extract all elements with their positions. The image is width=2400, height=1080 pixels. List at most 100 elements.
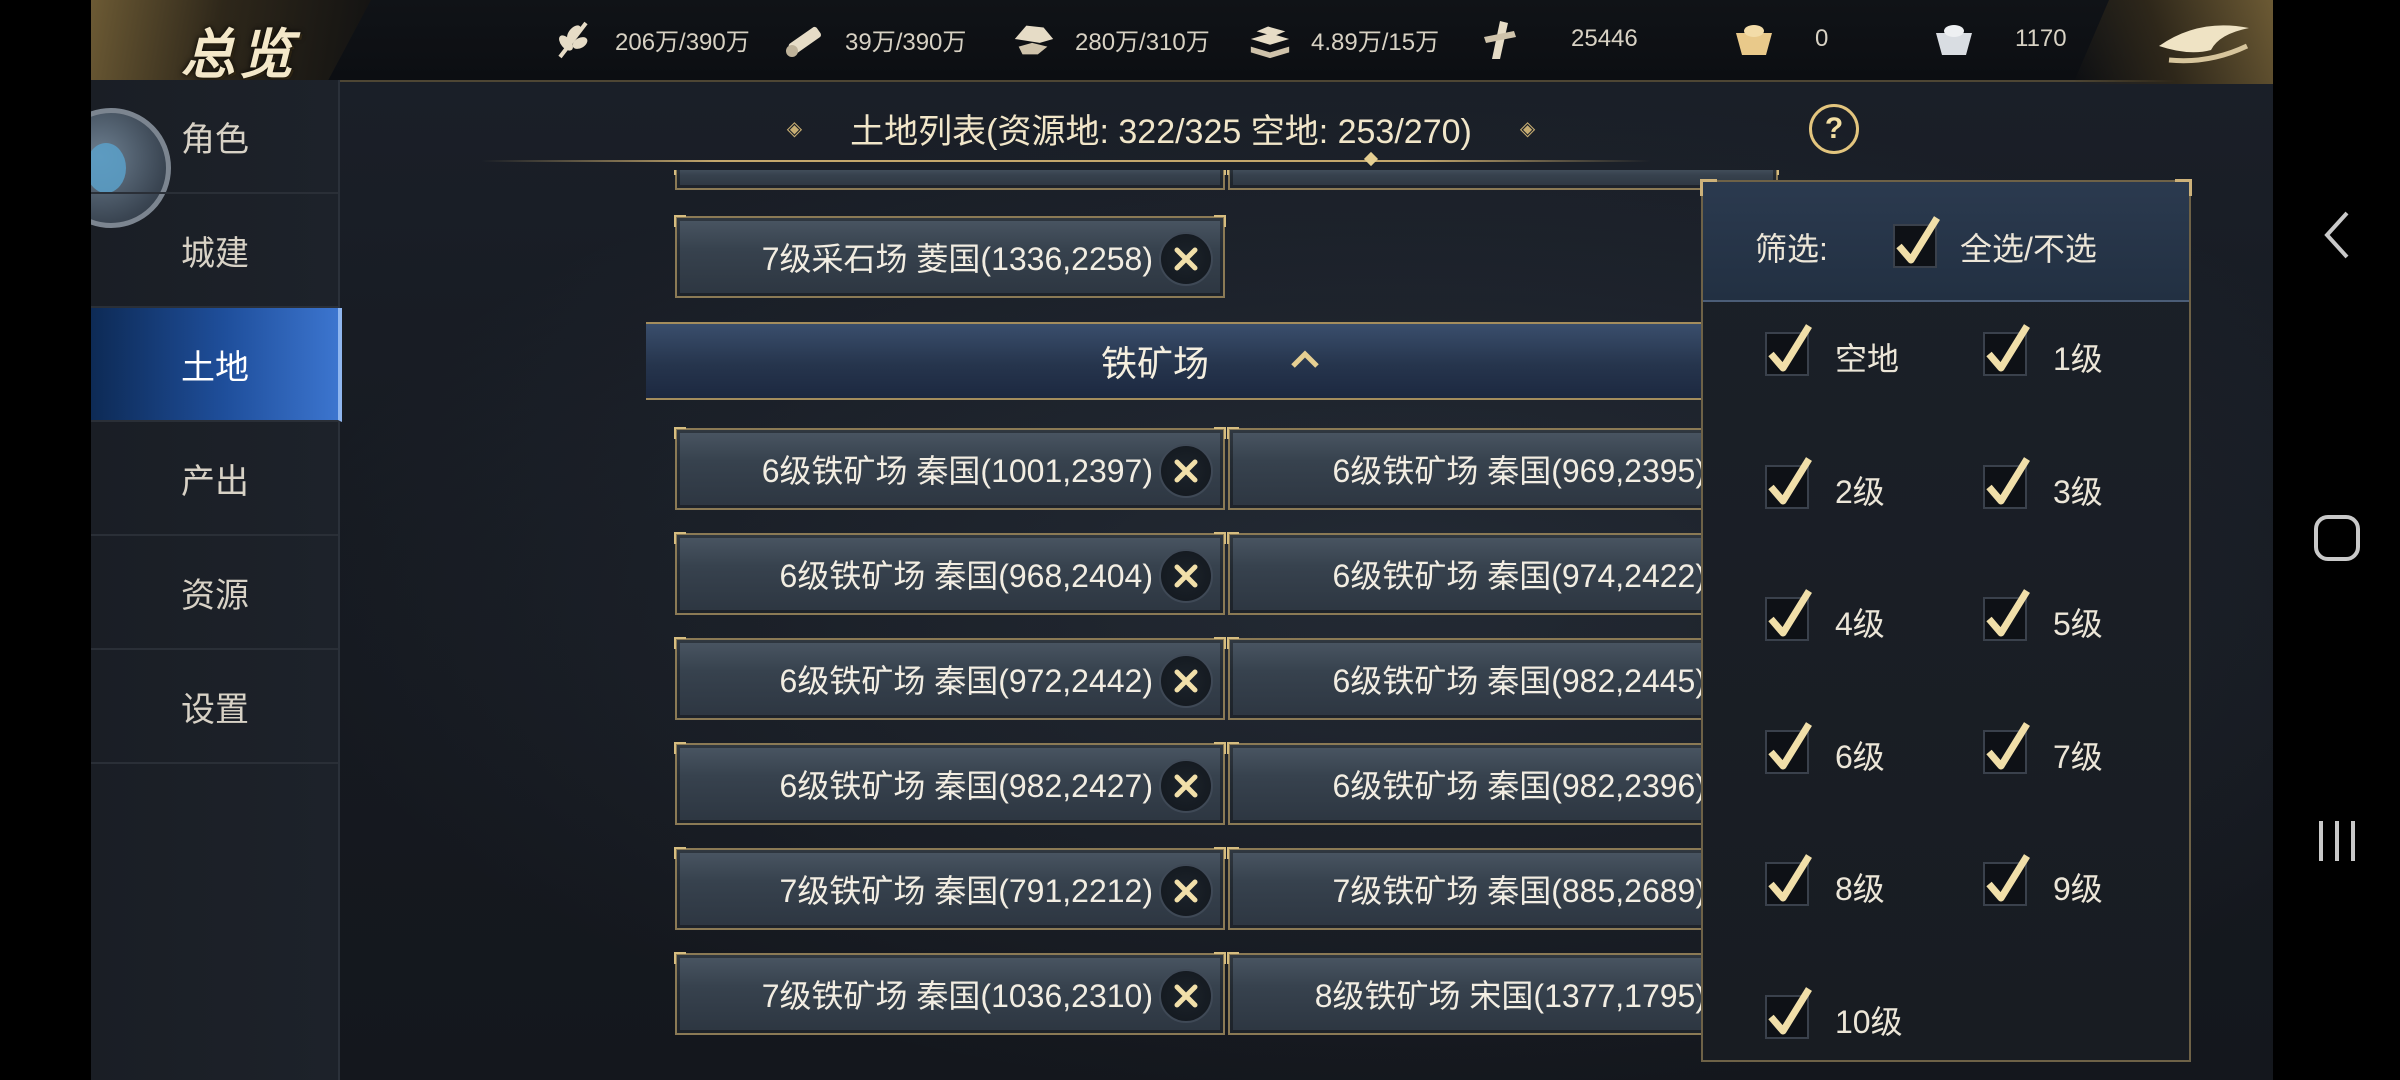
land-card[interactable]: 7级铁矿场 秦国(791,2212) [674,847,1226,930]
resource-value: 280万/310万 [1075,28,1210,56]
checkmark-icon [1986,456,2030,504]
remove-icon[interactable] [1159,969,1213,1023]
resource-value: 4.89万/15万 [1311,28,1440,56]
land-card-partial[interactable] [674,170,1226,190]
return-arrow-icon [2159,25,2249,64]
filter-checkbox[interactable] [1983,456,2030,509]
sidebar-item-role[interactable]: 角色 [91,80,338,194]
sidebar-item-output[interactable]: 产出 [91,422,338,536]
land-card[interactable]: 6级铁矿场 秦国(982,2427) [674,742,1226,825]
stone-icon [1011,16,1057,62]
sidebar-item-land[interactable]: 土地 [91,308,342,422]
remove-icon[interactable] [1159,759,1213,813]
filter-checkbox[interactable] [1765,456,1812,509]
filter-checkbox[interactable] [1765,324,1812,376]
silver-ingot-icon [1931,16,1977,62]
filter-option-label: 7级 [2053,738,2103,775]
land-card[interactable]: 6级铁矿场 秦国(982,2445) [1227,637,1779,720]
resource-value: 1170 [2015,25,2067,52]
resource-value: 206万/390万 [615,28,750,56]
land-card-partial[interactable] [1227,170,1779,190]
filter-option-label: 1级 [2053,341,2103,377]
resource-iron[interactable]: 4.89万/15万 [1247,14,1439,64]
wood-icon [781,16,827,62]
land-card[interactable]: 8级铁矿场 宋国(1377,1795) [1227,952,1779,1035]
land-card[interactable]: 7级铁矿场 秦国(1036,2310) [674,952,1226,1035]
filter-checkbox[interactable] [1765,721,1812,774]
filter-option-label: 9级 [2053,871,2103,907]
remove-icon[interactable] [1159,549,1213,603]
list-header: ◈ 土地列表(资源地: 322/325 空地: 253/270) ◈ [371,90,1951,166]
sidebar-item-label: 产出 [181,462,249,501]
land-card[interactable]: 6级铁矿场 秦国(1001,2397) [674,427,1226,510]
filter-checkbox[interactable] [1765,986,1812,1039]
filter-option-label: 2级 [1835,473,1885,510]
filter-checkbox[interactable] [1983,854,2030,906]
list-title: 土地列表(资源地: 322/325 空地: 253/270) [850,112,1472,151]
checkmark-icon [1768,589,1812,637]
land-card[interactable]: 6级铁矿场 秦国(968,2404) [674,532,1226,615]
land-card-label: 6级铁矿场 秦国(974,2422) [1332,558,1706,594]
land-card-label: 6级铁矿场 秦国(968,2404) [779,558,1153,594]
land-card-label: 7级采石场 菱国(1336,2258) [761,241,1153,277]
sidebar-item-label: 资源 [181,576,249,615]
land-card-label: 6级铁矿场 秦国(1001,2397) [761,453,1153,489]
checkmark-icon [1768,986,1812,1034]
checkmark-icon [1768,324,1812,372]
filter-option-label: 空地 [1835,341,1900,377]
land-card[interactable]: 6级铁矿场 秦国(972,2442) [674,637,1226,720]
sidebar-item-settings[interactable]: 设置 [91,650,338,764]
land-card[interactable]: 7级采石场 菱国(1336,2258) [674,215,1226,298]
recents-button[interactable] [2273,786,2400,896]
sidebar-item-construction[interactable]: 城建 [91,194,338,308]
filter-option-label: 5级 [2053,606,2103,642]
sidebar: 角色 城建 土地 产出 资源 设置 [91,80,342,1080]
land-list[interactable]: 7级采石场 菱国(1336,2258) 铁矿场 6级铁矿场 秦国(1001,23… [551,170,1791,1080]
ornament-right-icon: ◈ [1519,117,1536,140]
checkmark-icon [1986,324,2030,372]
sidebar-item-resources[interactable]: 资源 [91,536,338,650]
filter-checkbox[interactable] [1983,324,2030,376]
select-all-checkbox[interactable] [1893,216,1940,268]
resource-stone[interactable]: 280万/310万 [1011,14,1210,64]
sidebar-item-label: 土地 [181,348,249,387]
land-card[interactable]: 6级铁矿场 秦国(974,2422) [1227,532,1779,615]
checkmark-icon [1768,456,1812,504]
home-button[interactable] [2273,483,2400,593]
checkmark-icon [1986,589,2030,637]
resource-silver[interactable]: 1170 [1931,14,2067,64]
land-card[interactable]: 7级铁矿场 秦国(885,2689) [1227,847,1779,930]
remove-icon[interactable] [1159,654,1213,708]
land-card-label: 6级铁矿场 秦国(969,2395) [1332,453,1706,489]
filter-option-label: 6级 [1835,738,1885,775]
section-title: 铁矿场 [1100,343,1209,384]
resource-value: 0 [1815,25,1829,52]
land-card-label: 7级铁矿场 秦国(1036,2310) [761,978,1153,1014]
resource-value: 25446 [1571,25,1638,52]
filter-checkbox[interactable] [1983,589,2030,641]
header-divider [481,160,1651,162]
help-button[interactable]: ? [1809,104,1859,154]
resource-decree[interactable]: 25446 [1477,14,1638,64]
back-button[interactable] [2273,180,2400,290]
filter-option-label: 10级 [1835,1003,1903,1040]
filter-checkbox[interactable] [1765,589,1812,641]
land-card[interactable]: 6级铁矿场 秦国(982,2396) [1227,742,1779,825]
land-card[interactable]: 6级铁矿场 秦国(969,2395) [1227,427,1779,510]
land-card-label: 6级铁矿场 秦国(982,2445) [1332,663,1706,699]
select-all-label: 全选/不选 [1960,231,2097,267]
remove-icon[interactable] [1159,864,1213,918]
checkmark-icon [1768,721,1812,769]
resource-wood[interactable]: 39万/390万 [781,14,966,64]
resource-grain[interactable]: 206万/390万 [551,14,750,64]
remove-icon[interactable] [1159,444,1213,498]
remove-icon[interactable] [1159,232,1213,286]
resource-gold[interactable]: 0 [1731,14,1828,64]
filter-checkbox[interactable] [1765,854,1812,906]
return-button[interactable] [2073,0,2273,84]
section-header-iron-mine[interactable]: 铁矿场 [646,322,1776,400]
sidebar-item-label: 设置 [181,690,249,729]
filter-checkbox[interactable] [1983,721,2030,774]
chevron-up-icon [1289,348,1321,375]
sidebar-item-label: 角色 [181,120,249,159]
